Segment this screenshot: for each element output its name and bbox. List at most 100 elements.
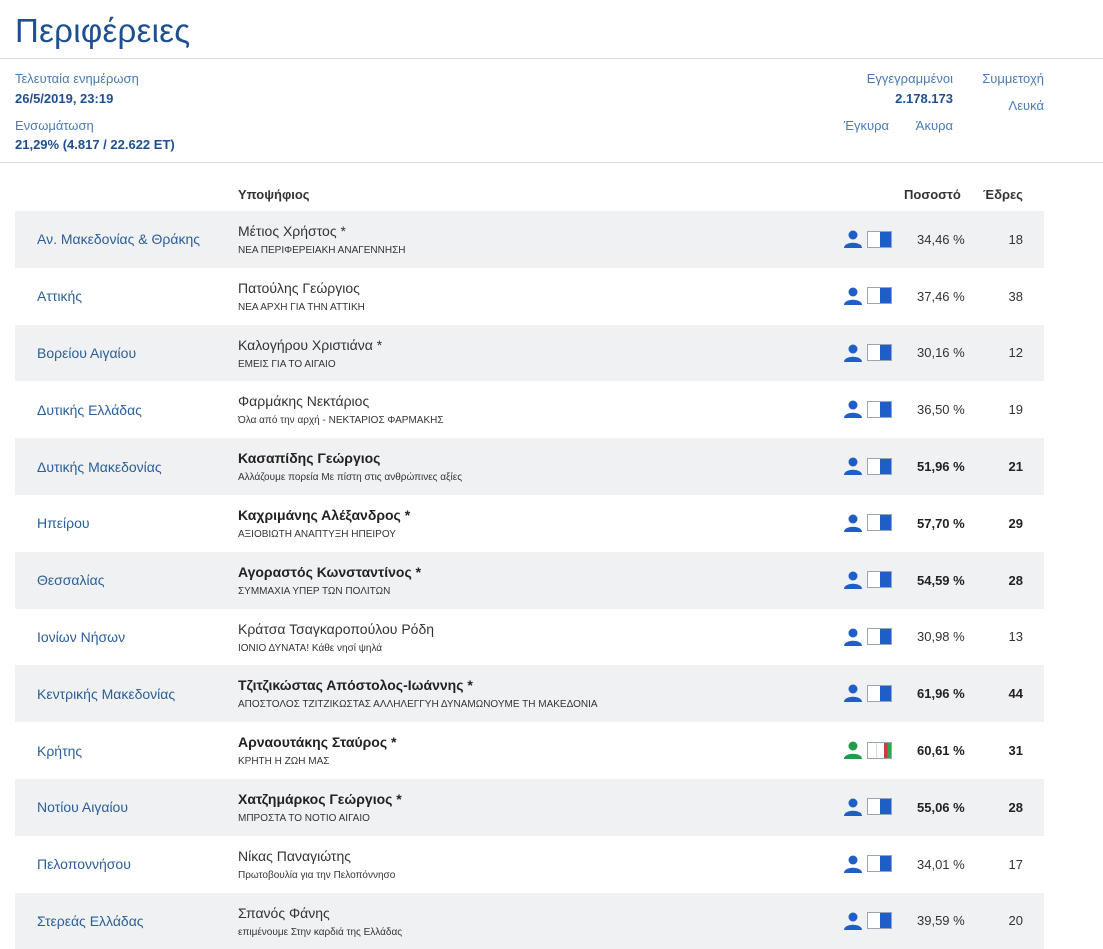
last-update-label: Τελευταία ενημέρωση (15, 71, 139, 86)
registered-value: 2.178.173 (895, 91, 953, 106)
party-flag-icon (867, 344, 892, 362)
table-row[interactable]: Θεσσαλίας Αγοραστός Κωνσταντίνος * ΣΥΜΜΑ… (15, 551, 1044, 609)
region-link[interactable]: Αν. Μακεδονίας & Θράκης (37, 211, 200, 268)
candidate-icons (843, 457, 892, 476)
vote-percentage: 61,96 % (917, 686, 965, 702)
party-flag-icon (867, 912, 892, 930)
table-row[interactable]: Ιονίων Νήσων Κράτσα Τσαγκαροπούλου Ρόδη … (15, 609, 1044, 666)
vote-percentage: 51,96 % (917, 459, 965, 475)
registered-label: Εγγεγραμμένοι (866, 71, 953, 86)
seat-count: 12 (1008, 345, 1023, 361)
seat-count: 29 (1008, 515, 1023, 531)
region-link[interactable]: Κρήτης (37, 722, 82, 779)
candidate-name: Πατούλης Γεώργιος (238, 279, 360, 296)
region-link[interactable]: Θεσσαλίας (37, 552, 104, 609)
vote-percentage: 39,59 % (917, 913, 965, 929)
table-row[interactable]: Ηπείρου Καχριμάνης Αλέξανδρος * ΑΞΙΟΒΙΩΤ… (15, 495, 1044, 552)
last-update-value: 26/5/2019, 23:19 (15, 91, 114, 106)
region-link[interactable]: Στερεάς Ελλάδας (37, 893, 144, 949)
party-name: ΝΕΑ ΑΡΧΗ ΓΙΑ ΤΗΝ ΑΤΤΙΚΗ (238, 301, 365, 313)
party-name: Όλα από την αρχή - ΝΕΚΤΑΡΙΟΣ ΦΑΡΜΑΚΗΣ (238, 415, 444, 427)
incorporation-value: 21,29% (4.817 / 22.622 ΕΤ) (15, 137, 175, 152)
person-icon (843, 912, 863, 930)
party-flag-icon (867, 400, 892, 418)
person-icon (843, 855, 863, 873)
person-icon (843, 571, 863, 589)
candidate-icons (843, 514, 892, 532)
page-header: Περιφέρειες (0, 0, 1103, 59)
party-name: ΙΟΝΙΟ ΔΥΝΑΤΑ! Κάθε νησί ψηλά (238, 642, 383, 654)
party-name: ΑΞΙΟΒΙΩΤΗ ΑΝΑΠΤΥΞΗ ΗΠΕΙΡΟΥ (238, 528, 396, 540)
person-icon (843, 230, 863, 248)
table-row[interactable]: Στερεάς Ελλάδας Σπανός Φάνης επιμένουμε … (15, 892, 1044, 949)
candidate-name: Νίκας Παναγιώτης (238, 847, 351, 864)
party-flag-icon (867, 684, 892, 702)
candidate-icons (843, 287, 892, 305)
participation-label: Συμμετοχή (982, 71, 1044, 86)
incorporation-label: Ενσωμάτωση (15, 118, 94, 133)
party-name: ΣΥΜΜΑΧΙΑ ΥΠΕΡ ΤΩΝ ΠΟΛΙΤΩΝ (238, 585, 391, 597)
party-name: επιμένουμε Στην καρδιά της Ελλάδας (238, 926, 403, 938)
seat-count: 20 (1008, 913, 1023, 929)
candidate-name: Μέτιος Χρήστος * (238, 223, 346, 239)
candidate-icons (843, 912, 892, 930)
region-link[interactable]: Ιονίων Νήσων (37, 609, 125, 666)
table-row[interactable]: Αν. Μακεδονίας & Θράκης Μέτιος Χρήστος *… (15, 211, 1044, 268)
person-icon (843, 344, 863, 362)
region-link[interactable]: Ηπείρου (37, 495, 90, 552)
party-flag-icon (867, 514, 892, 532)
candidate-name: Αρναουτάκης Σταύρος * (238, 734, 397, 751)
candidate-icons (843, 230, 892, 248)
candidate-icons (843, 571, 892, 589)
region-link[interactable]: Νοτίου Αιγαίου (37, 779, 128, 836)
region-link[interactable]: Πελοποννήσου (37, 836, 131, 893)
party-flag-icon (867, 457, 892, 475)
vote-percentage: 37,46 % (917, 288, 965, 304)
page-title: Περιφέρειες (15, 12, 191, 49)
table-row[interactable]: Κρήτης Αρναουτάκης Σταύρος * ΚΡΗΤΗ Η ΖΩΗ… (15, 722, 1044, 779)
party-name: ΝΕΑ ΠΕΡΙΦΕΡΕΙΑΚΗ ΑΝΑΓΕΝΝΗΣΗ (238, 245, 406, 256)
seat-count: 28 (1008, 572, 1023, 588)
table-row[interactable]: Βορείου Αιγαίου Καλογήρου Χριστιάνα * ΕΜ… (15, 324, 1044, 382)
party-flag-icon (867, 287, 892, 305)
region-link[interactable]: Δυτικής Μακεδονίας (37, 438, 162, 495)
region-link[interactable]: Βορείου Αιγαίου (37, 325, 136, 382)
vote-percentage: 57,70 % (917, 515, 965, 531)
invalid-label: Άκυρα (915, 118, 953, 133)
table-row[interactable]: Πελοποννήσου Νίκας Παναγιώτης Πρωτοβουλί… (15, 836, 1044, 893)
column-header-seats: Έδρες (983, 187, 1023, 202)
table-row[interactable]: Δυτικής Ελλάδας Φαρμάκης Νεκτάριος Όλα α… (15, 381, 1044, 438)
candidate-name: Σπανός Φάνης (238, 904, 330, 921)
column-header-candidate: Υποψήφιος (238, 187, 310, 202)
table-row[interactable]: Νοτίου Αιγαίου Χατζημάρκος Γεώργιος * ΜΠ… (15, 778, 1044, 836)
party-name: ΕΜΕΙΣ ΓΙΑ ΤΟ ΑΙΓΑΙΟ (238, 358, 336, 370)
party-flag-icon (867, 230, 892, 248)
table-row[interactable]: Αττικής Πατούλης Γεώργιος ΝΕΑ ΑΡΧΗ ΓΙΑ Τ… (15, 268, 1044, 325)
table-row[interactable]: Δυτικής Μακεδονίας Κασαπίδης Γεώργιος Αλ… (15, 438, 1044, 495)
person-icon (843, 798, 863, 816)
vote-percentage: 34,46 % (917, 231, 965, 247)
party-name: ΜΠΡΟΣΤΑ ΤΟ ΝΟΤΙΟ ΑΙΓΑΙΟ (238, 812, 370, 824)
candidate-name: Φαρμάκης Νεκτάριος (238, 393, 370, 410)
person-icon (843, 684, 863, 703)
region-link[interactable]: Δυτικής Ελλάδας (37, 381, 142, 438)
column-header-percent: Ποσοστό (904, 187, 961, 202)
party-flag-icon (867, 628, 892, 646)
party-name: Πρωτοβουλία για την Πελοπόννησο (238, 869, 396, 881)
person-icon (843, 628, 863, 646)
seat-count: 18 (1008, 231, 1023, 247)
table-row[interactable]: Κεντρικής Μακεδονίας Τζιτζικώστας Απόστο… (15, 665, 1044, 723)
person-icon (843, 287, 863, 305)
seat-count: 31 (1008, 743, 1023, 759)
region-link[interactable]: Αττικής (37, 268, 82, 325)
party-flag-icon (867, 855, 892, 873)
summary-stats: Τελευταία ενημέρωση 26/5/2019, 23:19 Ενσ… (0, 59, 1103, 163)
candidate-name: Καχριμάνης Αλέξανδρος * (238, 506, 411, 523)
seat-count: 17 (1008, 856, 1023, 872)
candidate-icons (843, 798, 892, 816)
candidate-name: Κασαπίδης Γεώργιος (238, 450, 381, 467)
region-link[interactable]: Κεντρικής Μακεδονίας (37, 665, 175, 722)
candidate-name: Τζιτζικώστας Απόστολος-Ιωάννης * (238, 677, 473, 694)
party-flag-icon (867, 798, 892, 816)
vote-percentage: 54,59 % (917, 572, 965, 588)
